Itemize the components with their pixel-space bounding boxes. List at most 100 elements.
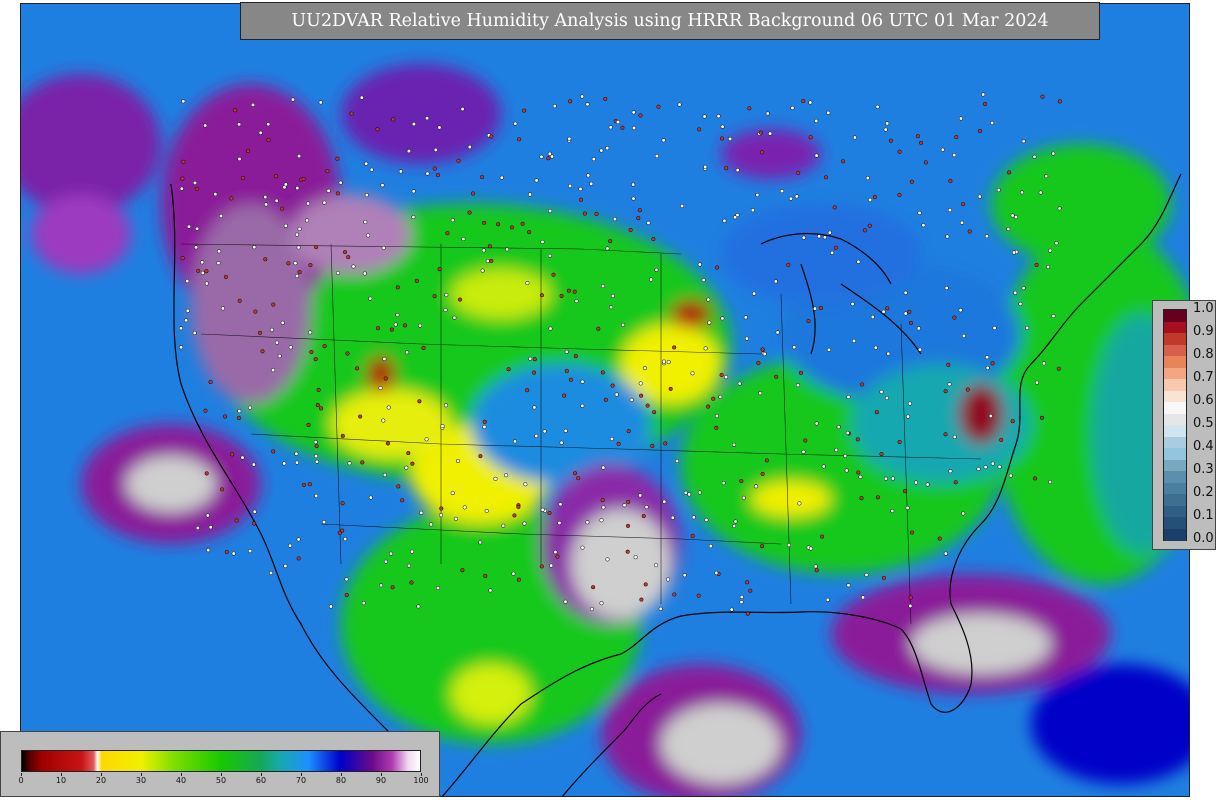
station-marker [846, 395, 851, 400]
station-marker [697, 127, 702, 132]
station-marker [293, 261, 298, 266]
station-marker [563, 428, 568, 433]
station-marker [417, 399, 422, 404]
station-marker [194, 186, 200, 192]
station-marker [760, 544, 765, 549]
station-marker [600, 284, 606, 289]
station-marker [192, 180, 198, 185]
station-marker [295, 186, 300, 191]
station-marker [680, 203, 685, 209]
station-marker [501, 523, 506, 528]
station-marker [808, 100, 813, 105]
station-marker [180, 176, 185, 181]
right-colorbar-tick-label: 0.5 [1193, 416, 1214, 431]
station-marker [1013, 215, 1019, 220]
bottom-colorbar-tick-label: 50 [215, 776, 227, 785]
station-marker [996, 187, 1001, 193]
station-marker [181, 159, 186, 164]
station-marker [586, 173, 591, 178]
station-marker [439, 506, 444, 511]
station-marker [522, 521, 527, 526]
station-marker [661, 359, 667, 364]
station-marker [345, 351, 350, 356]
station-marker [342, 250, 348, 255]
station-marker [601, 505, 606, 510]
station-marker [739, 600, 744, 605]
station-marker [919, 140, 924, 145]
station-marker [952, 434, 957, 439]
station-marker [230, 452, 235, 457]
station-marker [485, 258, 490, 264]
station-marker [382, 356, 387, 361]
station-marker [386, 405, 391, 410]
station-marker [318, 100, 323, 105]
station-marker [719, 372, 724, 378]
station-marker [728, 136, 733, 141]
station-marker [505, 247, 510, 252]
station-marker [180, 256, 185, 261]
station-marker [411, 215, 416, 220]
station-marker [444, 292, 449, 297]
station-marker [958, 308, 963, 313]
station-marker [296, 537, 301, 542]
station-marker [559, 293, 564, 298]
station-marker [564, 349, 569, 354]
station-marker [745, 580, 750, 585]
station-marker [358, 414, 363, 419]
station-marker [456, 158, 461, 163]
station-marker [349, 111, 354, 116]
station-marker [790, 105, 795, 110]
station-marker [568, 377, 573, 382]
station-marker [589, 181, 594, 186]
station-marker [885, 121, 890, 126]
station-marker [540, 507, 545, 512]
station-marker [213, 192, 218, 197]
station-marker [897, 149, 902, 154]
station-marker [194, 245, 199, 250]
map-frame [20, 3, 1190, 797]
station-marker [958, 116, 963, 121]
station-marker [195, 525, 200, 531]
station-marker [204, 281, 209, 286]
station-marker [450, 218, 455, 223]
station-marker [260, 349, 265, 354]
station-marker [208, 379, 213, 385]
station-marker [223, 274, 228, 279]
station-marker [297, 154, 302, 159]
station-marker [335, 270, 341, 276]
station-marker [316, 387, 321, 392]
station-marker [478, 540, 483, 545]
station-marker [706, 404, 711, 409]
station-marker [383, 376, 388, 381]
station-marker [691, 515, 696, 520]
station-marker [985, 365, 990, 370]
station-marker [739, 478, 744, 484]
station-marker [759, 150, 765, 155]
station-marker [203, 123, 208, 128]
station-marker [252, 245, 257, 250]
station-marker [774, 374, 779, 379]
station-marker [704, 517, 709, 522]
station-marker [248, 548, 253, 554]
station-marker [948, 178, 953, 183]
station-marker [294, 232, 300, 237]
station-marker [690, 371, 695, 376]
station-marker [1040, 94, 1045, 99]
bottom-colorbar-tick-label: 30 [135, 776, 147, 785]
station-marker [652, 410, 657, 415]
station-marker [522, 108, 527, 113]
station-marker [184, 318, 189, 323]
station-marker [564, 368, 569, 373]
station-marker [822, 235, 827, 240]
right-colorbar-cell [1164, 356, 1186, 368]
station-marker [870, 314, 875, 320]
station-marker [672, 345, 677, 350]
station-marker [396, 484, 401, 489]
station-marker [708, 544, 713, 549]
station-marker [470, 191, 476, 196]
station-marker [274, 198, 279, 203]
station-marker [264, 202, 269, 207]
station-marker [315, 403, 320, 408]
station-marker [609, 436, 614, 441]
station-marker [654, 563, 659, 568]
